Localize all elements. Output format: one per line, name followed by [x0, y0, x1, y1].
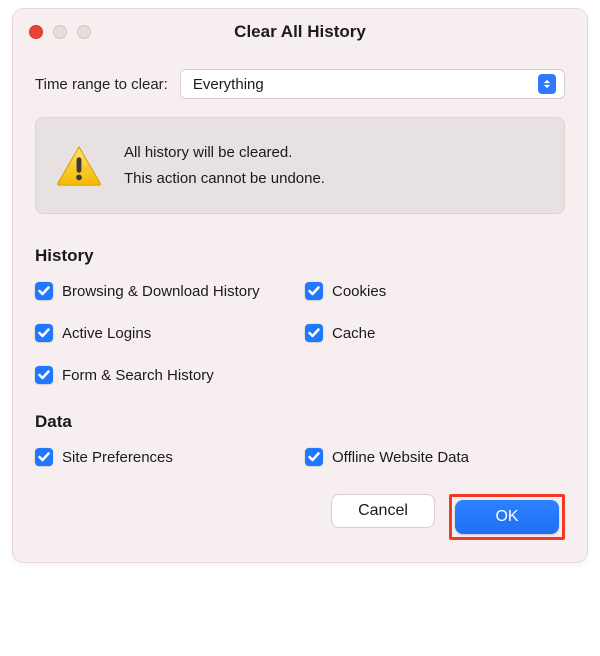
warning-line-2: This action cannot be undone. [124, 166, 325, 192]
data-heading: Data [35, 412, 565, 432]
checkbox-label: Form & Search History [62, 367, 214, 384]
checkbox-label: Offline Website Data [332, 449, 469, 466]
checkmark-icon [35, 448, 53, 466]
maximize-window-button[interactable] [77, 25, 91, 39]
cancel-button[interactable]: Cancel [331, 494, 435, 528]
warning-box: All history will be cleared. This action… [35, 117, 565, 214]
checkbox-site-preferences[interactable]: Site Preferences [35, 448, 295, 466]
checkmark-icon [35, 324, 53, 342]
history-options-grid: Browsing & Download History Cookies Acti… [35, 282, 565, 384]
checkbox-label: Cookies [332, 283, 386, 300]
warning-line-1: All history will be cleared. [124, 140, 325, 166]
time-range-select[interactable]: Everything [180, 69, 565, 99]
titlebar: Clear All History [13, 9, 587, 55]
checkmark-icon [305, 448, 323, 466]
warning-text: All history will be cleared. This action… [124, 140, 325, 191]
minimize-window-button[interactable] [53, 25, 67, 39]
checkbox-label: Site Preferences [62, 449, 173, 466]
checkbox-active-logins[interactable]: Active Logins [35, 324, 295, 342]
checkbox-browsing-download-history[interactable]: Browsing & Download History [35, 282, 295, 300]
dialog-content: Time range to clear: Everything [13, 55, 587, 562]
checkbox-label: Active Logins [62, 325, 151, 342]
checkmark-icon [35, 282, 53, 300]
checkmark-icon [35, 366, 53, 384]
clear-history-dialog: Clear All History Time range to clear: E… [12, 8, 588, 563]
warning-triangle-icon [56, 144, 102, 188]
ok-button-highlight: OK [449, 494, 565, 540]
close-window-button[interactable] [29, 25, 43, 39]
data-options-grid: Site Preferences Offline Website Data [35, 448, 565, 466]
ok-button[interactable]: OK [455, 500, 559, 534]
window-controls [29, 25, 91, 39]
time-range-row: Time range to clear: Everything [35, 69, 565, 99]
checkbox-label: Cache [332, 325, 375, 342]
checkbox-cookies[interactable]: Cookies [305, 282, 565, 300]
time-range-value: Everything [193, 76, 264, 93]
history-heading: History [35, 246, 565, 266]
checkbox-label: Browsing & Download History [62, 283, 260, 300]
button-row: Cancel OK [35, 494, 565, 540]
dialog-title: Clear All History [234, 22, 366, 42]
checkbox-form-search-history[interactable]: Form & Search History [35, 366, 295, 384]
select-arrows-icon [538, 74, 556, 94]
checkmark-icon [305, 324, 323, 342]
checkbox-offline-website-data[interactable]: Offline Website Data [305, 448, 565, 466]
time-range-label: Time range to clear: [35, 76, 168, 93]
checkmark-icon [305, 282, 323, 300]
checkbox-cache[interactable]: Cache [305, 324, 565, 342]
